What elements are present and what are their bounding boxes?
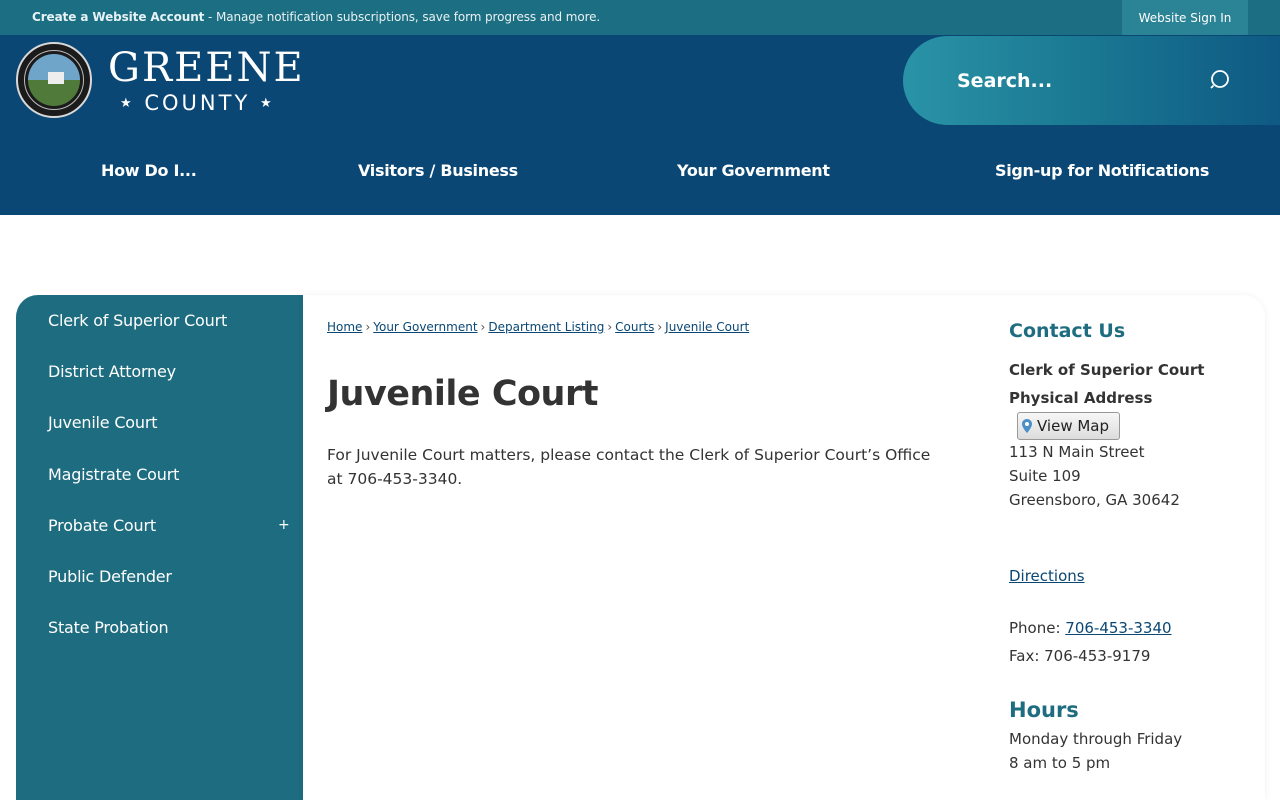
logo-county-text: COUNTY xyxy=(144,91,251,115)
logo-wordmark-county[interactable]: ★ COUNTY ★ xyxy=(120,91,275,115)
breadcrumb-your-government[interactable]: Your Government xyxy=(373,320,477,334)
fax-line: Fax: 706-453-9179 xyxy=(1009,647,1151,665)
site-header: GREENE ★ COUNTY ★ How Do I... Visitors /… xyxy=(0,35,1280,215)
address-city: Greensboro, GA 30642 xyxy=(1009,491,1180,509)
logo-wordmark-greene[interactable]: GREENE xyxy=(108,45,305,91)
sidebar-item-probate-court[interactable]: Probate Court xyxy=(48,516,156,535)
expand-icon[interactable]: + xyxy=(278,517,290,533)
phone-link[interactable]: 706-453-3340 xyxy=(1065,619,1171,637)
search-icon[interactable] xyxy=(1210,69,1232,91)
breadcrumb-courts[interactable]: Courts xyxy=(615,320,654,334)
directions-link-wrap: Directions xyxy=(1009,567,1085,585)
map-pin-icon xyxy=(1022,419,1032,433)
breadcrumb-separator: › xyxy=(365,320,371,334)
hours-heading: Hours xyxy=(1009,698,1079,722)
breadcrumb-juvenile-court[interactable]: Juvenile Court xyxy=(665,320,749,334)
hours-time: 8 am to 5 pm xyxy=(1009,754,1111,772)
county-seal-logo[interactable] xyxy=(16,42,92,118)
view-map-button[interactable]: View Map xyxy=(1017,412,1120,440)
page-title: Juvenile Court xyxy=(327,374,598,414)
breadcrumb-department-listing[interactable]: Department Listing xyxy=(488,320,604,334)
sidebar-item-clerk-superior-court[interactable]: Clerk of Superior Court xyxy=(48,311,227,330)
seal-ring xyxy=(24,50,84,110)
department-sidebar: Clerk of Superior Court District Attorne… xyxy=(16,295,303,800)
star-icon: ★ xyxy=(259,96,275,111)
nav-sign-up-notifications[interactable]: Sign-up for Notifications xyxy=(995,161,1209,180)
breadcrumb: Home › Your Government › Department Listing ›… xyxy=(327,320,749,334)
website-sign-in-button[interactable]: Website Sign In xyxy=(1122,0,1248,35)
account-message: Create a Website Account - Manage notifi… xyxy=(32,10,600,24)
account-notification-bar: Create a Website Account - Manage notifi… xyxy=(0,0,1280,35)
sidebar-item-district-attorney[interactable]: District Attorney xyxy=(48,362,176,381)
address-street: 113 N Main Street xyxy=(1009,443,1145,461)
address-suite: Suite 109 xyxy=(1009,467,1081,485)
contact-heading: Contact Us xyxy=(1009,320,1126,342)
star-icon: ★ xyxy=(120,96,135,111)
breadcrumb-separator: › xyxy=(607,320,613,334)
phone-label: Phone: xyxy=(1009,619,1066,637)
breadcrumb-home[interactable]: Home xyxy=(327,320,362,334)
view-map-label: View Map xyxy=(1037,417,1110,435)
nav-how-do-i[interactable]: How Do I... xyxy=(101,161,197,180)
create-account-link[interactable]: Create a Website Account xyxy=(32,10,204,24)
sidebar-item-state-probation[interactable]: State Probation xyxy=(48,618,169,637)
account-message-text: - Manage notification subscriptions, sav… xyxy=(204,10,601,24)
sidebar-item-public-defender[interactable]: Public Defender xyxy=(48,567,172,586)
nav-your-government[interactable]: Your Government xyxy=(677,161,830,180)
directions-link[interactable]: Directions xyxy=(1009,567,1085,585)
main-navigation: How Do I... Visitors / Business Your Gov… xyxy=(0,149,1280,215)
search-bar xyxy=(903,36,1280,125)
nav-visitors-business[interactable]: Visitors / Business xyxy=(358,161,518,180)
sidebar-item-juvenile-court[interactable]: Juvenile Court xyxy=(48,413,157,432)
breadcrumb-separator: › xyxy=(657,320,663,334)
breadcrumb-separator: › xyxy=(480,320,486,334)
phone-line: Phone: 706-453-3340 xyxy=(1009,619,1172,637)
physical-address-label: Physical Address xyxy=(1009,389,1153,407)
contact-name: Clerk of Superior Court xyxy=(1009,361,1205,379)
search-input[interactable] xyxy=(957,67,1197,95)
sidebar-item-magistrate-court[interactable]: Magistrate Court xyxy=(48,465,179,484)
page-body-text: For Juvenile Court matters, please conta… xyxy=(327,446,931,488)
hours-days: Monday through Friday xyxy=(1009,730,1183,748)
